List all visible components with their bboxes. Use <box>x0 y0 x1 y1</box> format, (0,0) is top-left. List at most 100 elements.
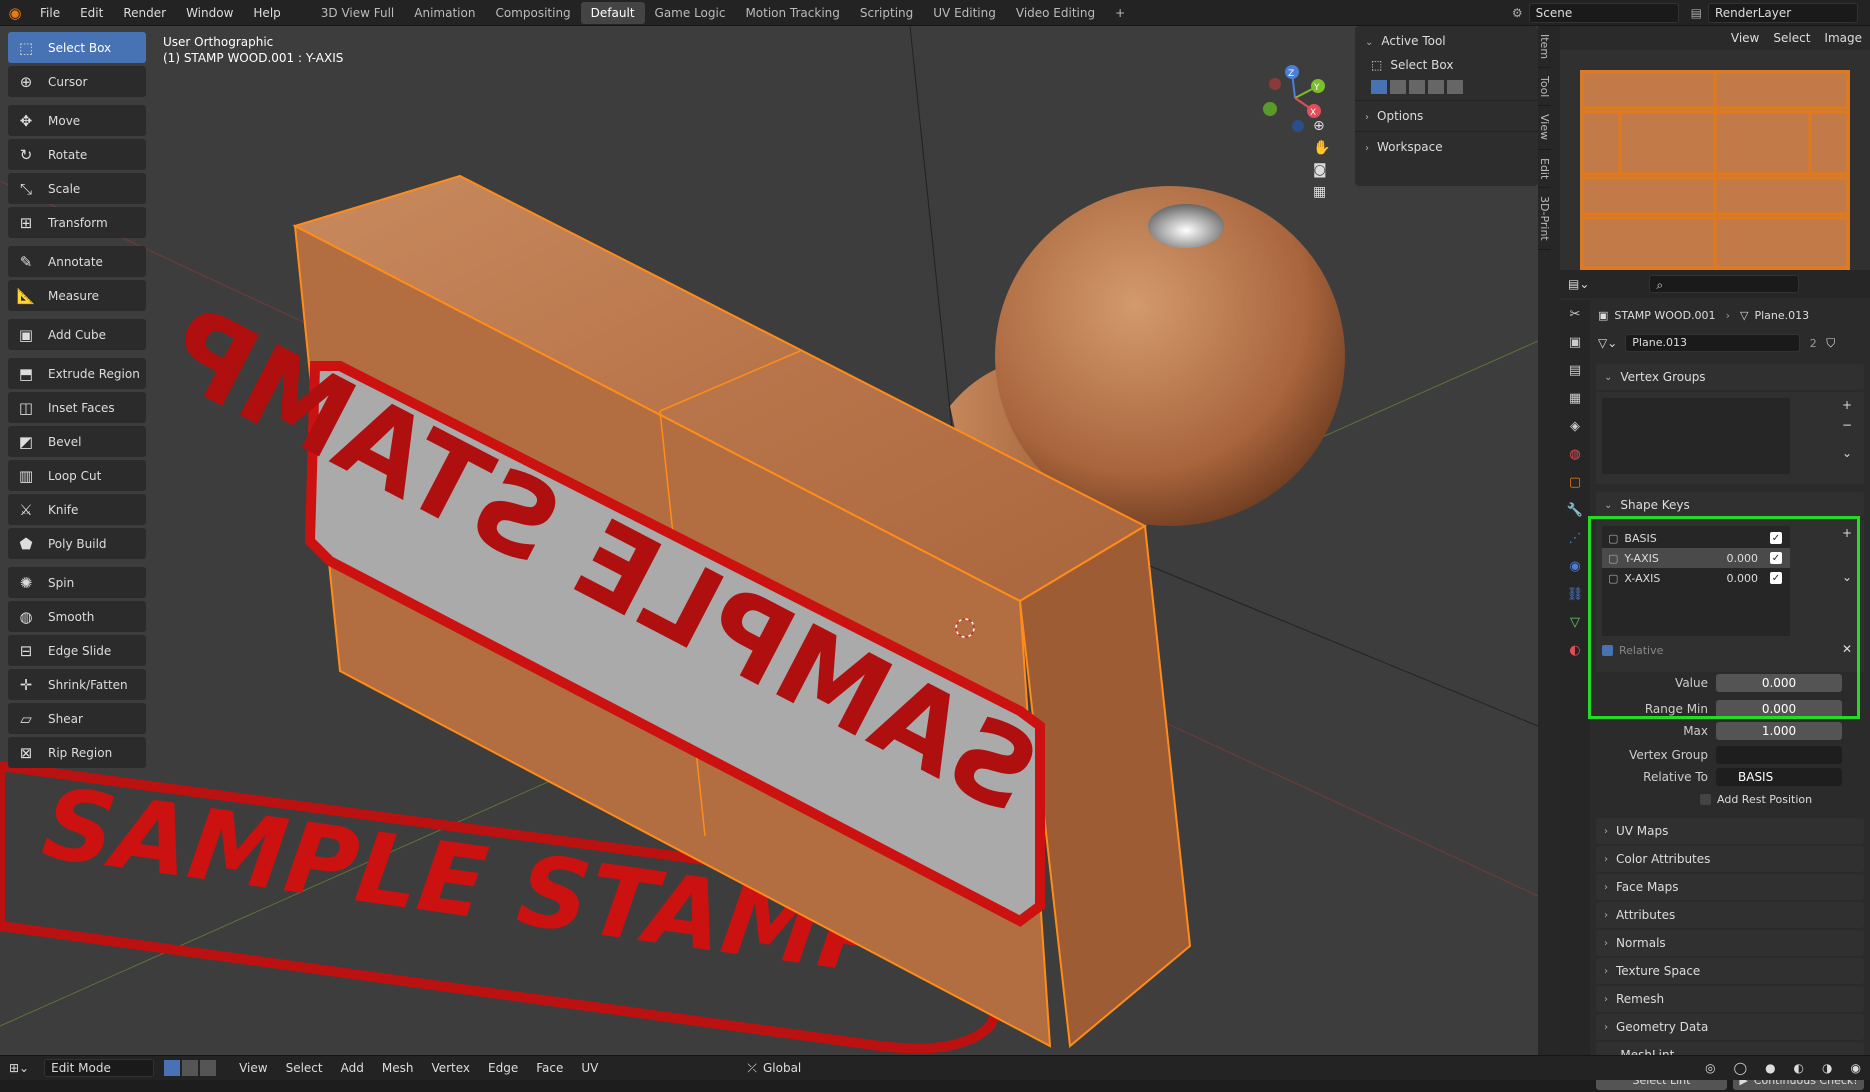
scene-field[interactable]: Scene <box>1528 2 1679 23</box>
layer-icon[interactable]: ▤ <box>1691 6 1702 20</box>
render-layer-field[interactable]: RenderLayer <box>1708 2 1858 23</box>
blender-logo-icon[interactable]: ◉ <box>0 0 30 26</box>
mode-extend-icon[interactable] <box>1390 80 1406 94</box>
uv-menu-image[interactable]: Image <box>1824 31 1862 45</box>
orientation-icon[interactable]: ⤫ <box>747 1061 757 1076</box>
tool-scale[interactable]: ⤡ Scale <box>8 173 146 204</box>
tool-extrude-region[interactable]: ⬒ Extrude Region <box>8 358 146 389</box>
grid-icon[interactable]: ▦ <box>1313 184 1330 200</box>
editor-type-icon[interactable]: ▤⌄ <box>1568 277 1589 291</box>
mode-subtract-icon[interactable] <box>1409 80 1425 94</box>
vertex-groups-header[interactable]: ⌄ Vertex Groups <box>1596 364 1864 390</box>
users-count[interactable]: 2 <box>1800 337 1826 350</box>
fake-user-shield-icon[interactable]: ⛉ <box>1826 336 1835 351</box>
add-workspace-button[interactable]: + <box>1105 2 1135 24</box>
tool-shrink-fatten[interactable]: ✛ Shrink/Fatten <box>8 669 146 700</box>
shading-wireframe-icon[interactable]: ◯ <box>1725 1061 1756 1075</box>
shape-key-basis[interactable]: ▢ BASIS ✓ <box>1602 528 1790 548</box>
view-layer-icon[interactable]: ▦ <box>1560 384 1590 412</box>
section-texture-space[interactable]: › Texture Space <box>1596 958 1864 984</box>
workspace-tab-uv-editing[interactable]: UV Editing <box>923 2 1006 24</box>
workspace-tab-motion-tracking[interactable]: Motion Tracking <box>735 2 849 24</box>
workspace-header[interactable]: › Workspace <box>1355 131 1538 162</box>
tool-loop-cut[interactable]: ▥ Loop Cut <box>8 460 146 491</box>
scene-props-icon[interactable]: ◈ <box>1560 412 1590 440</box>
chevron-down-icon[interactable]: ⌄ <box>1842 570 1852 584</box>
relative-to-field[interactable]: BASIS <box>1716 768 1842 786</box>
add-icon[interactable]: + <box>1842 526 1852 540</box>
tool-cursor[interactable]: ⊕ Cursor <box>8 66 146 97</box>
viewport-menu-add[interactable]: Add <box>332 1061 373 1075</box>
shape-key-mute-checkbox[interactable]: ✓ <box>1770 572 1782 584</box>
menu-window[interactable]: Window <box>176 0 243 26</box>
mesh-data-icon[interactable]: ▽⌄ <box>1598 336 1617 350</box>
uv-menu-select[interactable]: Select <box>1773 31 1810 45</box>
range-min-field[interactable]: 0.000 <box>1716 700 1842 718</box>
relative-checkbox[interactable] <box>1602 645 1613 656</box>
material-icon[interactable]: ◐ <box>1560 636 1590 664</box>
menu-render[interactable]: Render <box>113 0 176 26</box>
sidebar-tab-item[interactable]: Item <box>1538 26 1551 69</box>
clear-icon[interactable]: ✕ <box>1842 642 1852 656</box>
viewport-menu-select[interactable]: Select <box>277 1061 332 1075</box>
remove-icon[interactable]: − <box>1842 418 1852 432</box>
output-icon[interactable]: ▤ <box>1560 356 1590 384</box>
workspace-tab-animation[interactable]: Animation <box>404 2 485 24</box>
tool-rip-region[interactable]: ⊠ Rip Region <box>8 737 146 768</box>
viewport-menu-edge[interactable]: Edge <box>479 1061 527 1075</box>
viewport-menu-face[interactable]: Face <box>527 1061 572 1075</box>
face-select-icon[interactable] <box>200 1060 217 1076</box>
tool-move[interactable]: ✥ Move <box>8 105 146 136</box>
add-rest-position[interactable]: Add Rest Position <box>1590 788 1870 810</box>
add-icon[interactable]: + <box>1842 398 1852 412</box>
tool-knife[interactable]: ⚔ Knife <box>8 494 146 525</box>
tool-select-box[interactable]: ⬚ Select Box <box>8 32 146 63</box>
3d-viewport[interactable]: SAMPLE STAMP SAMPLE STAMP Z Y X ⊕ ✋ ◙ ▦ <box>0 26 1538 1055</box>
tool-rotate[interactable]: ↻ Rotate <box>8 139 146 170</box>
workspace-tab-3d-view-full[interactable]: 3D View Full <box>311 2 405 24</box>
viewport-menu-uv[interactable]: UV <box>572 1061 607 1075</box>
vertex-group-field[interactable] <box>1716 746 1842 764</box>
shape-keys-header[interactable]: ⌄ Shape Keys <box>1596 492 1864 518</box>
world-icon[interactable]: ◍ <box>1560 440 1590 468</box>
sidebar-tab-edit[interactable]: Edit <box>1538 150 1551 188</box>
menu-file[interactable]: File <box>30 0 70 26</box>
tool-bevel[interactable]: ◩ Bevel <box>8 426 146 457</box>
tool-poly-build[interactable]: ⬟ Poly Build <box>8 528 146 559</box>
tool-inset-faces[interactable]: ◫ Inset Faces <box>8 392 146 423</box>
visibility-eye-icon[interactable]: ◉ <box>1842 1061 1870 1075</box>
tool-edge-slide[interactable]: ⊟ Edge Slide <box>8 635 146 666</box>
vertex-group-list[interactable] <box>1602 398 1790 474</box>
section-remesh[interactable]: › Remesh <box>1596 986 1864 1012</box>
particles-icon[interactable]: ⋰ <box>1560 524 1590 552</box>
constraints-icon[interactable]: ⛓ <box>1560 580 1590 608</box>
editor-type-icon[interactable]: ⊞⌄ <box>0 1061 38 1075</box>
add-rest-checkbox[interactable] <box>1700 793 1711 805</box>
mesh-name-field[interactable]: Plane.013 <box>1625 334 1801 352</box>
range-max-field[interactable]: 1.000 <box>1716 722 1842 740</box>
mode-intersect-icon[interactable] <box>1447 80 1463 94</box>
shading-solid-icon[interactable]: ● <box>1756 1061 1784 1075</box>
overlay-icon[interactable]: ◎ <box>1696 1061 1724 1075</box>
section-geometry-data[interactable]: › Geometry Data <box>1596 1014 1864 1040</box>
shading-rendered-icon[interactable]: ◑ <box>1813 1061 1841 1075</box>
tool-transform[interactable]: ⊞ Transform <box>8 207 146 238</box>
section-uv-maps[interactable]: › UV Maps <box>1596 818 1864 844</box>
pan-hand-icon[interactable]: ✋ <box>1313 140 1330 156</box>
tool-add-cube[interactable]: ▣ Add Cube <box>8 319 146 350</box>
chevron-down-icon[interactable]: ⌄ <box>1842 446 1852 460</box>
tool-measure[interactable]: 📐 Measure <box>8 280 146 311</box>
sidebar-tab-3d-print[interactable]: 3D-Print <box>1538 188 1551 250</box>
tool-shear[interactable]: ▱ Shear <box>8 703 146 734</box>
edge-select-icon[interactable] <box>182 1060 199 1076</box>
shape-key-x-axis[interactable]: ▢ X-AXIS 0.000 ✓ <box>1602 568 1790 588</box>
viewport-menu-view[interactable]: View <box>230 1061 276 1075</box>
mesh-data-icon[interactable]: ▽ <box>1560 608 1590 636</box>
camera-icon[interactable]: ◙ <box>1313 162 1330 178</box>
tool-spin[interactable]: ✺ Spin <box>8 567 146 598</box>
properties-search[interactable]: ⌕ <box>1649 275 1800 293</box>
section-normals[interactable]: › Normals <box>1596 930 1864 956</box>
menu-help[interactable]: Help <box>243 0 290 26</box>
zoom-icon[interactable]: ⊕ <box>1313 118 1330 134</box>
uv-menu-view[interactable]: View <box>1731 31 1759 45</box>
